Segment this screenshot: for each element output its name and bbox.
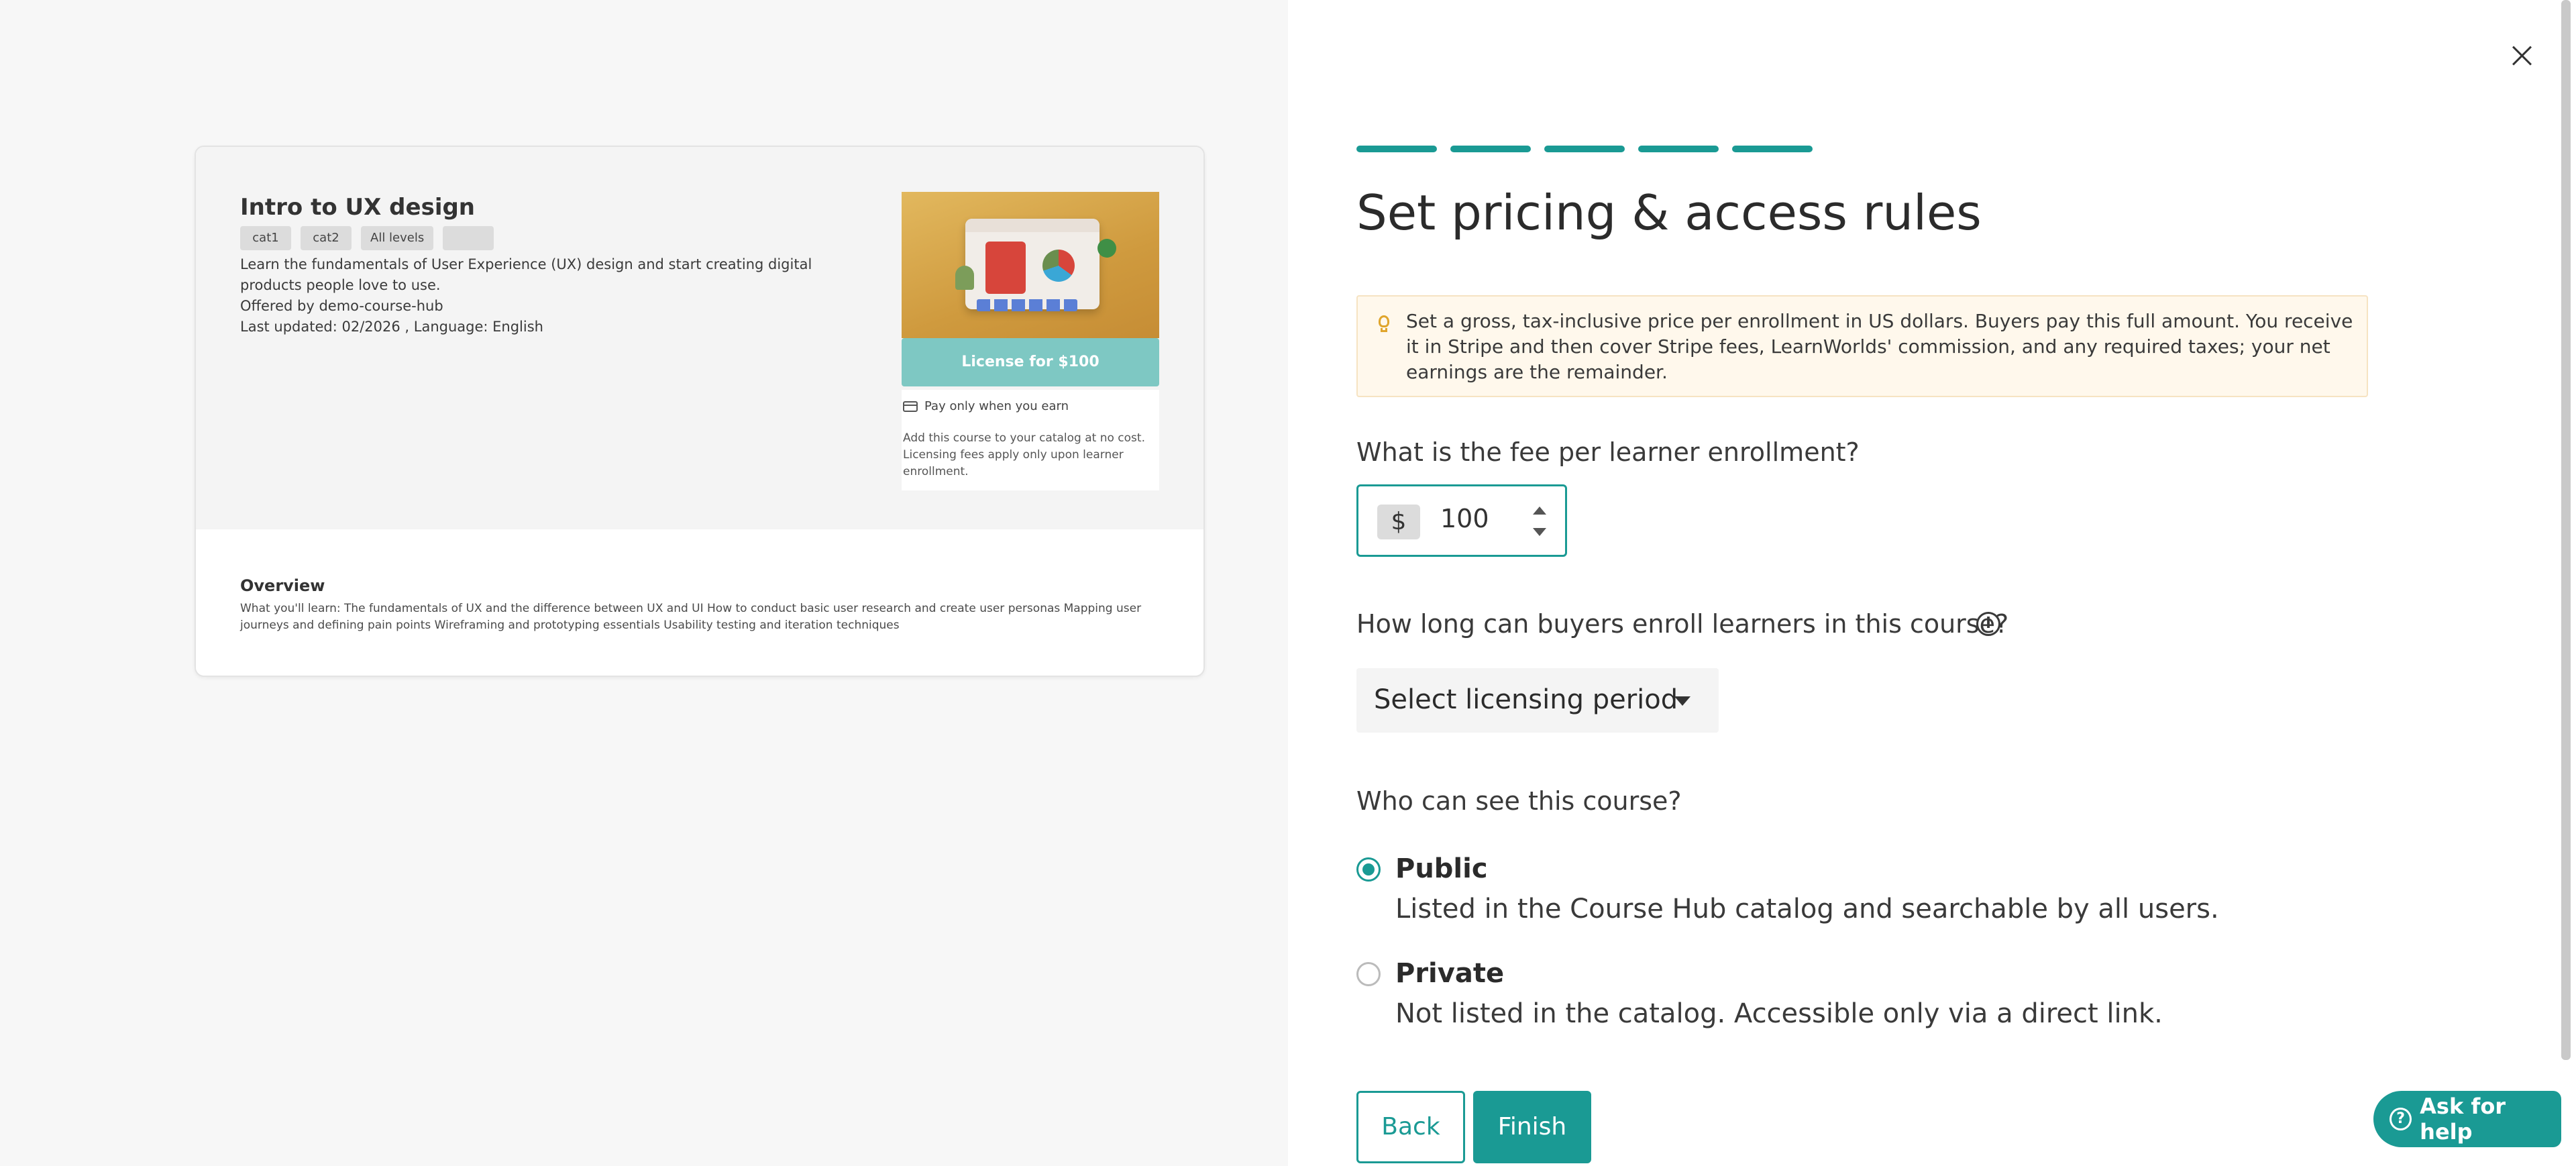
back-button[interactable]: Back <box>1356 1091 1465 1163</box>
pay-label: Pay only when you earn <box>924 399 1069 413</box>
step-indicator-2 <box>1450 146 1531 152</box>
course-preview-card: Intro to UX design cat1 cat2 All levels … <box>195 146 1205 677</box>
radio-public[interactable] <box>1356 857 1381 882</box>
overview-text: What you'll learn: The fundamentals of U… <box>240 602 1142 632</box>
license-button[interactable]: License for $100 <box>902 338 1159 386</box>
course-offered-by: Offered by demo-course-hub <box>240 298 443 314</box>
step-progress <box>1356 146 1813 152</box>
step-indicator-4 <box>1638 146 1719 152</box>
public-option-title[interactable]: Public <box>1395 853 1488 884</box>
pay-info-box: Pay only when you earn Add this course t… <box>902 390 1159 490</box>
lightbulb-icon <box>1374 311 1394 334</box>
licensing-period-label: How long can buyers enroll learners in t… <box>1356 609 2009 639</box>
course-description: Learn the fundamentals of User Experienc… <box>240 256 812 293</box>
course-preview-pane: Intro to UX design cat1 cat2 All levels … <box>0 0 1288 1166</box>
ask-for-help-button[interactable]: ? Ask for help <box>2373 1091 2561 1147</box>
number-stepper[interactable] <box>1532 505 1548 540</box>
radio-private[interactable] <box>1356 962 1381 986</box>
step-indicator-3 <box>1544 146 1625 152</box>
course-tags: cat1 cat2 All levels <box>240 226 494 250</box>
help-icon: ? <box>2390 1108 2412 1130</box>
private-option-desc: Not listed in the catalog. Accessible on… <box>1395 998 2163 1029</box>
visibility-label: Who can see this course? <box>1356 786 1682 816</box>
tag-cat2: cat2 <box>301 226 352 250</box>
step-indicator-1 <box>1356 146 1437 152</box>
credit-card-icon <box>903 401 918 412</box>
close-icon[interactable] <box>2508 42 2536 70</box>
private-option-title[interactable]: Private <box>1395 958 1504 989</box>
licensing-period-value: Select licensing period <box>1374 684 1678 715</box>
overview-title: Overview <box>240 576 325 595</box>
course-title: Intro to UX design <box>240 194 476 221</box>
fee-input[interactable]: $ 100 <box>1356 484 1567 557</box>
page-title: Set pricing & access rules <box>1356 184 1982 241</box>
tag-cat1: cat1 <box>240 226 291 250</box>
public-option-desc: Listed in the Course Hub catalog and sea… <box>1395 894 2219 924</box>
info-icon[interactable]: i <box>1976 612 2000 636</box>
caret-down-icon <box>1674 696 1690 706</box>
pricing-tip: Set a gross, tax-inclusive price per enr… <box>1356 295 2368 397</box>
currency-symbol: $ <box>1377 505 1420 539</box>
scrollbar[interactable] <box>2561 0 2571 1060</box>
fee-value[interactable]: 100 <box>1440 504 1489 533</box>
stepper-up-icon[interactable] <box>1533 507 1546 515</box>
finish-button[interactable]: Finish <box>1473 1091 1591 1163</box>
course-last-updated: Last updated: 02/2026 , Language: Englis… <box>240 319 543 335</box>
pricing-tip-text: Set a gross, tax-inclusive price per enr… <box>1406 310 2353 383</box>
course-description-block: Learn the fundamentals of User Experienc… <box>240 254 844 337</box>
pay-note: Add this course to your catalog at no co… <box>903 431 1145 478</box>
course-thumbnail <box>902 192 1159 338</box>
stepper-down-icon[interactable] <box>1533 528 1546 536</box>
licensing-period-select[interactable]: Select licensing period <box>1356 668 1719 733</box>
ask-for-help-label: Ask for help <box>2420 1094 2506 1145</box>
fee-label: What is the fee per learner enrollment? <box>1356 437 1860 467</box>
step-indicator-5 <box>1732 146 1813 152</box>
tag-empty <box>443 226 494 250</box>
tag-level: All levels <box>361 226 434 250</box>
pay-line: Pay only when you earn <box>903 399 1069 413</box>
